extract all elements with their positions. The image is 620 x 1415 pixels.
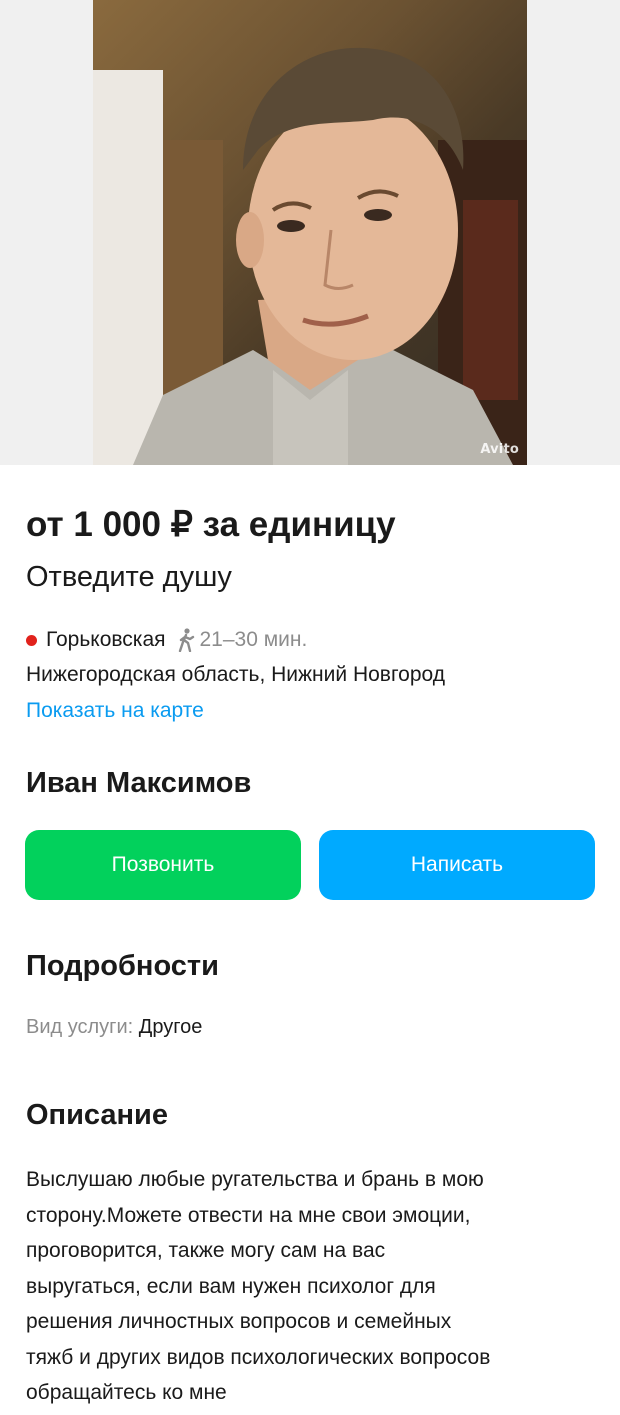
description-line: проговорится, также могу сам на вас xyxy=(26,1239,386,1262)
write-button[interactable]: Написать xyxy=(319,830,595,900)
param-row: Вид услуги: Другое xyxy=(26,1016,202,1039)
param-value: Другое xyxy=(138,1016,203,1038)
metro-dot-icon xyxy=(26,634,37,646)
metro-info: Горьковская 21–30 мин. xyxy=(26,626,307,654)
details-heading: Подробности xyxy=(26,950,219,982)
listing-price: от 1 000 ₽ за единицу xyxy=(26,505,396,544)
call-button[interactable]: Позвонить xyxy=(25,830,301,900)
description-text: Выслушаю любые ругательства и брань в мо… xyxy=(26,1162,601,1411)
photo-gallery[interactable]: Avito xyxy=(0,0,620,465)
description-heading: Описание xyxy=(26,1099,168,1131)
seller-name[interactable]: Иван Максимов xyxy=(26,767,251,800)
walk-time: 21–30 мин. xyxy=(199,628,308,651)
show-on-map-link[interactable]: Показать на карте xyxy=(26,699,204,723)
walking-person-icon xyxy=(176,628,196,653)
description-line: решения личностных вопросов и семейных xyxy=(26,1310,452,1333)
description-line: выругаться, если вам нужен психолог для xyxy=(26,1274,436,1298)
description-line: сторону.Можете отвести на мне свои эмоци… xyxy=(26,1203,471,1227)
description-line: обращайтесь ко мне xyxy=(26,1381,227,1404)
param-label: Вид услуги: xyxy=(26,1016,134,1038)
avito-watermark: Avito xyxy=(480,442,519,457)
listing-title: Отведите душу xyxy=(26,561,232,593)
address: Нижегородская область, Нижний Новгород xyxy=(26,663,445,686)
person-photo-image xyxy=(93,47,527,465)
description-line: Выслушаю любые ругательства и брань в мо… xyxy=(26,1168,484,1191)
listing-photo[interactable]: Avito xyxy=(93,0,527,465)
description-line: тяжб и других видов психологических вопр… xyxy=(26,1345,491,1369)
metro-station: Горьковская xyxy=(46,628,166,651)
